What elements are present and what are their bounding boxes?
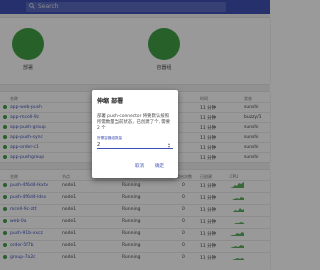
dashboard-app: Search 部署 容器组 名称 年龄 时间 状态 app-web-push 1… (0, 0, 270, 270)
stepper-arrows-icon[interactable]: ▴ ▾ (168, 142, 170, 149)
cancel-button[interactable]: 取消 (132, 163, 147, 171)
dialog-title: 伸缩 部署 (97, 98, 124, 105)
ok-button[interactable]: 确定 (152, 163, 167, 171)
dialog-message: 部署 push-connector 将要默认按照所需数量当前状态，已创建了个, … (97, 114, 171, 131)
replicas-input[interactable] (97, 141, 173, 149)
scale-deployment-dialog: 伸缩 部署 部署 push-connector 将要默认按照所需数量当前状态，已… (92, 90, 178, 178)
